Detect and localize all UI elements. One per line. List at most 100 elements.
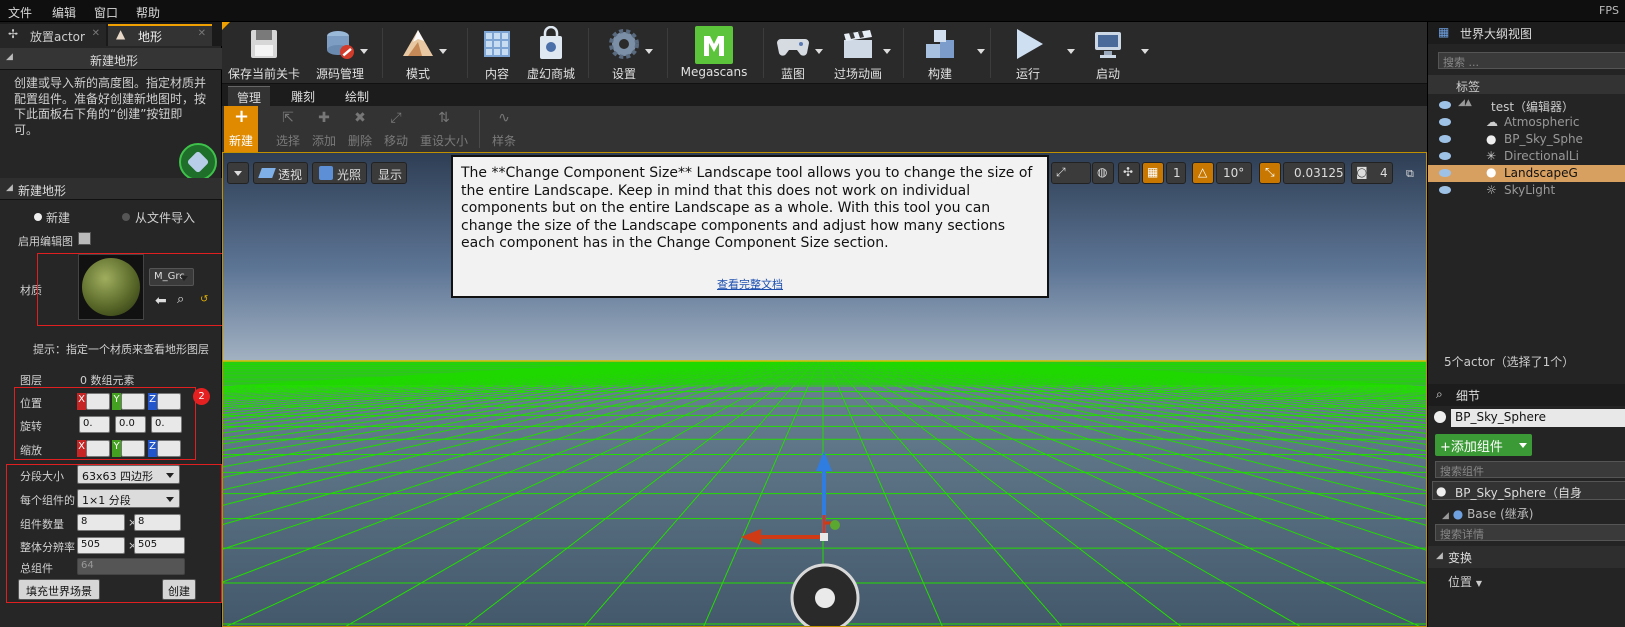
build-button[interactable]: 构建 [910, 22, 970, 84]
location-row-label: 位置 [1448, 575, 1473, 589]
perspective-button[interactable]: 透视 [253, 162, 308, 184]
tool-new[interactable]: + 新建 [224, 106, 258, 152]
grid-snap-value[interactable]: 1 [1166, 162, 1186, 184]
directional-light-icon: ✳ [1486, 149, 1497, 163]
location-row[interactable]: 位置 ▼ [1448, 573, 1482, 590]
viewport-options-button[interactable] [227, 162, 249, 184]
outliner-item-label: test（编辑器） [1491, 100, 1575, 114]
megascans-button[interactable]: Megascans [674, 22, 754, 84]
modes-caret-icon[interactable] [439, 49, 447, 54]
launch-button[interactable]: 启动 [1078, 22, 1138, 84]
tool-resize[interactable]: ⇅ 重设大小 [420, 106, 468, 152]
actor-name-field[interactable]: BP_Sky_Sphere [1451, 409, 1625, 427]
radio-new[interactable] [34, 213, 42, 221]
angle-snap-value[interactable]: 10° [1216, 162, 1252, 184]
transform-section-title: 变换 [1448, 551, 1473, 565]
outliner-item-selected[interactable]: ● LandscapeG [1428, 165, 1625, 182]
source-control-caret-icon[interactable] [360, 49, 368, 54]
content-button[interactable]: 内容 [472, 22, 522, 84]
blueprints-caret-icon[interactable] [815, 49, 823, 54]
enable-edit-layers-label: 启用编辑图 [18, 235, 73, 248]
tab-landscape-label: 地形 [138, 30, 163, 44]
radio-import[interactable] [122, 213, 130, 221]
blueprints-gamepad-icon [777, 39, 809, 56]
play-caret-icon[interactable] [1067, 49, 1075, 54]
outliner-tab[interactable]: ▦ 世界大纲视图 [1428, 22, 1625, 44]
visibility-eye-icon[interactable] [1439, 186, 1451, 194]
spline-curve-icon: ∿ [498, 110, 510, 126]
menu-file[interactable]: 文件 [8, 4, 32, 21]
component-self-label: BP_Sky_Sphere（自身 [1455, 486, 1582, 500]
grid-snap-toggle[interactable]: ▦ [1142, 162, 1164, 184]
settings-caret-icon[interactable] [645, 49, 653, 54]
mountain-icon: ▲ [116, 27, 126, 41]
cinematics-caret-icon[interactable] [883, 49, 891, 54]
scale-icon: ⤡ [1265, 165, 1275, 179]
visibility-eye-icon[interactable] [1439, 101, 1451, 109]
perspective-icon [258, 168, 276, 178]
world-local-button[interactable]: ◍ [1092, 162, 1114, 184]
maximize-viewport-icon[interactable]: ⧉ [1406, 167, 1414, 181]
tool-resize-label: 重设大小 [419, 134, 468, 148]
component-search-input[interactable]: 搜索组件 [1435, 461, 1625, 478]
build-caret-icon[interactable] [977, 49, 985, 54]
add-component-button[interactable]: +添加组件 [1435, 434, 1532, 456]
menu-edit[interactable]: 编辑 [52, 4, 76, 21]
menu-window[interactable]: 窗口 [94, 4, 118, 21]
show-button[interactable]: 显示 [371, 162, 407, 184]
angle-snap-toggle[interactable]: △ [1192, 162, 1214, 184]
new-landscape-section[interactable]: ◢ 新建地形 [0, 178, 222, 200]
details-tab[interactable]: ⌕ 细节 [1428, 384, 1625, 406]
visibility-eye-icon[interactable] [1439, 169, 1451, 177]
new-landscape-header[interactable]: ◢ 新建地形 [0, 48, 222, 70]
landscape-mode-icon[interactable] [179, 143, 217, 181]
play-button[interactable]: 运行 [998, 22, 1058, 84]
collapse-arrow-icon: ◢ [1436, 551, 1443, 561]
transform-toggle-button[interactable]: ⤢ [1051, 162, 1091, 184]
details-search-input[interactable]: 搜索详情 [1435, 524, 1625, 541]
scale-snap-value[interactable]: 0.03125 [1283, 162, 1345, 184]
component-self-row[interactable]: ● BP_Sky_Sphere（自身 [1432, 481, 1625, 500]
enable-edit-layers-checkbox[interactable] [78, 232, 91, 245]
tab-manage[interactable]: 管理 [228, 86, 270, 106]
tool-move[interactable]: ⤢ 移动 [376, 106, 416, 152]
launch-caret-icon[interactable] [1141, 49, 1149, 54]
place-actor-icon: ✢ [8, 27, 19, 41]
outliner-item-world[interactable]: ◢▲ test（编辑器） [1428, 97, 1625, 114]
marketplace-button[interactable]: 虚幻商城 [522, 22, 580, 84]
menu-help[interactable]: 帮助 [136, 4, 160, 21]
close-icon[interactable]: ✕ [92, 28, 100, 39]
tool-spline[interactable]: ∿ 样条 [484, 106, 524, 152]
outliner-item[interactable]: ☼ SkyLight [1428, 182, 1625, 199]
outliner-item-label: Atmospheric [1504, 115, 1580, 129]
tab-landscape[interactable]: ▲ 地形 ✕ [108, 24, 212, 46]
outliner-search-input[interactable]: 搜索 ... [1438, 52, 1625, 69]
component-base-row[interactable]: ◢ ● Base (继承) [1442, 505, 1533, 522]
tab-sculpt[interactable]: 雕刻 [282, 86, 324, 106]
close-icon[interactable]: ✕ [198, 28, 206, 39]
change-component-size-tooltip: The **Change Component Size** Landscape … [451, 155, 1049, 298]
outliner-item[interactable]: ☁ Atmospheric [1428, 114, 1625, 131]
cinematics-button[interactable]: 过场动画 [828, 22, 888, 84]
visibility-eye-icon[interactable] [1439, 152, 1451, 160]
transform-section[interactable]: ◢ 变换 [1428, 546, 1625, 568]
blueprints-button[interactable]: 蓝图 [770, 22, 816, 84]
marketplace-label: 虚幻商城 [526, 67, 575, 81]
tab-place-actor[interactable]: ✢ 放置actor ✕ [0, 24, 106, 46]
sphere-icon: ● [1436, 484, 1447, 498]
outliner-item[interactable]: ✳ DirectionalLi [1428, 148, 1625, 165]
scene-component-icon: ● [1452, 507, 1464, 521]
scale-snap-toggle[interactable]: ⤡ [1259, 162, 1281, 184]
save-button[interactable]: 保存当前关卡 [226, 22, 302, 84]
view-full-docs-link[interactable]: 查看完整文档 [453, 276, 1047, 294]
camera-speed-button[interactable]: ◙ 4 [1351, 162, 1393, 184]
visibility-eye-icon[interactable] [1439, 135, 1451, 143]
annotation-box-sections [6, 464, 222, 603]
lit-mode-button[interactable]: 光照 [312, 162, 367, 184]
outliner-item[interactable]: ● BP_Sky_Sphe [1428, 131, 1625, 148]
delete-x-icon: ✖ [354, 110, 366, 126]
surface-snap-button[interactable]: ✣ [1118, 162, 1140, 184]
tab-paint[interactable]: 绘制 [336, 86, 378, 106]
visibility-eye-icon[interactable] [1439, 118, 1451, 126]
outliner-label-column[interactable]: 标签 [1456, 78, 1480, 95]
